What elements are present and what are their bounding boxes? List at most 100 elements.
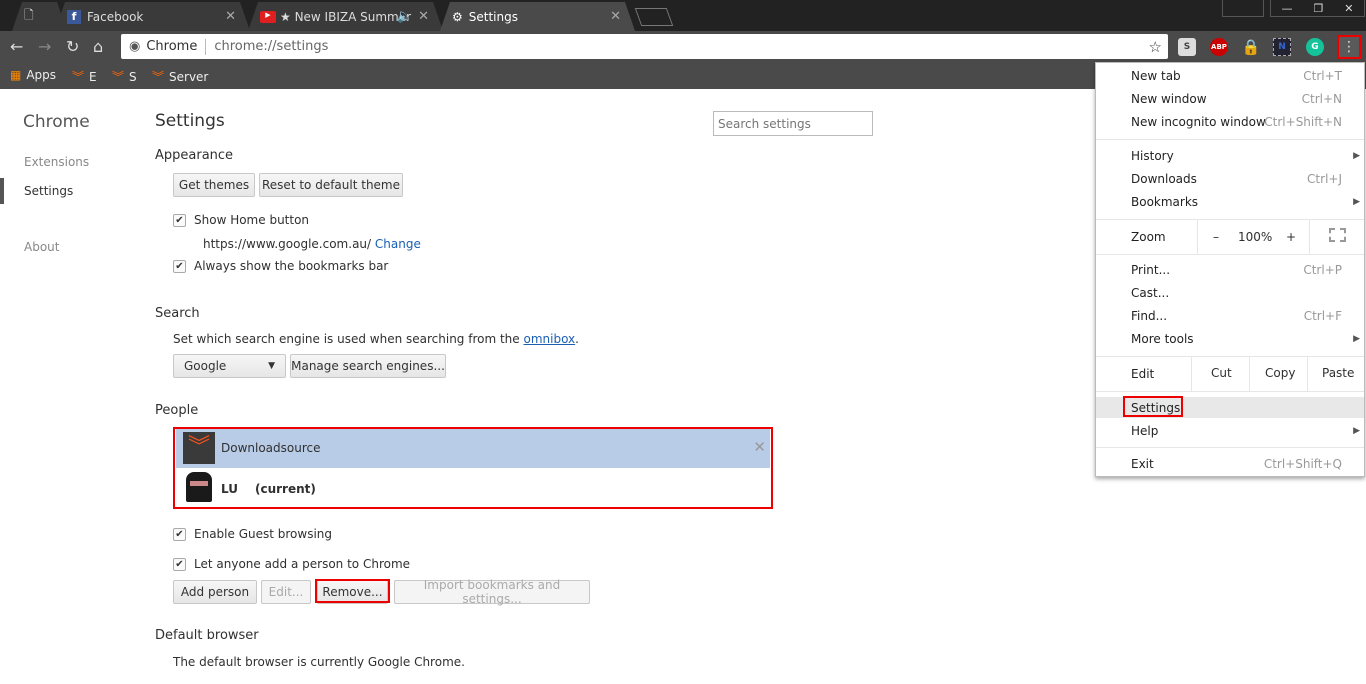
appearance-heading: Appearance [155,148,234,163]
edit-person-button[interactable]: Edit... [261,580,311,604]
menu-new-tab[interactable]: New tab [1131,69,1181,83]
sidebar-title: Chrome [23,112,90,132]
menu-new-window[interactable]: New window [1131,92,1207,106]
home-icon[interactable]: ⌂ [93,37,103,56]
submenu-arrow-icon: ▶ [1353,426,1360,436]
shortcut: Ctrl+P [1303,263,1342,277]
search-engine-select[interactable]: Google ▼ [173,354,286,378]
close-tab-icon[interactable]: ✕ [225,9,236,24]
close-tab-icon[interactable]: ✕ [418,9,429,24]
extension-n-icon[interactable]: N [1273,38,1291,56]
page-icon: 🗋 [24,8,34,22]
zoom-out-button[interactable]: – [1213,230,1219,244]
default-browser-description: The default browser is currently Google … [173,655,465,669]
tab-strip: 🗋 f Facebook ✕ ▶ ★ New IBIZA Summer 🔈 ✕ ⚙ Sett… [0,0,1366,31]
menu-bookmarks[interactable]: Bookmarks [1131,195,1198,209]
fullscreen-icon[interactable] [1329,228,1346,242]
menu-new-incognito[interactable]: New incognito window [1131,115,1266,129]
tab-settings[interactable]: ⚙ Settings ✕ [440,2,635,31]
shortcut: Ctrl+N [1301,92,1342,106]
get-themes-button[interactable]: Get themes [173,173,255,197]
highlight-box [173,427,773,509]
anyone-add-checkbox[interactable]: ✔ Let anyone add a person to Chrome [173,557,410,571]
sidebar-item-about[interactable]: About [24,240,59,254]
shortcut: Ctrl+Shift+Q [1263,457,1342,471]
chrome-menu: New tab Ctrl+T New window Ctrl+N New incog… [1095,62,1365,477]
adblock-icon[interactable]: ABP [1210,38,1228,56]
submenu-arrow-icon: ▶ [1353,197,1360,207]
search-description: Set which search engine is used when sea… [173,332,520,346]
shortcut: Ctrl+Shift+N [1264,115,1342,129]
cut-button[interactable]: Cut [1211,366,1232,380]
bookmark-e[interactable]: ︾ E [72,68,97,85]
menu-more-tools[interactable]: More tools [1131,332,1194,346]
highlight-box [1123,396,1183,417]
bookmark-server[interactable]: ︾ Server [152,68,208,85]
address-bar[interactable]: ◉ Chrome chrome://settings ☆ [121,34,1168,59]
menu-cast[interactable]: Cast... [1131,286,1169,300]
shortcut: Ctrl+J [1307,172,1342,186]
sidebar-active-indicator [0,178,4,204]
checkbox-checked-icon: ✔ [173,259,186,273]
paste-button[interactable]: Paste [1322,366,1354,380]
youtube-icon: ▶ [260,11,276,23]
tab-youtube[interactable]: ▶ ★ New IBIZA Summer 🔈 ✕ [248,2,443,31]
downloadsource-icon: ︾ [72,70,85,84]
bookmark-star-icon[interactable]: ☆ [1149,38,1162,56]
checkbox-checked-icon: ✔ [173,557,186,571]
downloadsource-icon: ︾ [112,70,125,84]
omnibox-link[interactable]: omnibox [524,332,576,346]
submenu-arrow-icon: ▶ [1353,334,1360,344]
new-tab-button[interactable] [634,8,674,26]
apps-grid-icon: ▦ [10,68,22,82]
manage-search-engines-button[interactable]: Manage search engines... [290,354,446,378]
guest-browsing-checkbox[interactable]: ✔ Enable Guest browsing [173,527,332,541]
bookmark-s[interactable]: ︾ S [112,68,137,85]
menu-history[interactable]: History [1131,149,1174,163]
profile-button[interactable] [1222,0,1264,17]
import-bookmarks-button[interactable]: Import bookmarks and settings... [394,578,590,606]
close-window-icon[interactable]: ✕ [1344,2,1353,15]
close-tab-icon[interactable]: ✕ [610,9,621,24]
menu-print[interactable]: Print... [1131,263,1170,277]
sidebar-item-settings[interactable]: Settings [24,184,73,198]
tab-facebook[interactable]: f Facebook ✕ [55,2,250,31]
menu-find[interactable]: Find... [1131,309,1167,323]
home-url: https://www.google.com.au/ [203,237,372,251]
facebook-icon: f [67,10,81,24]
menu-downloads[interactable]: Downloads [1131,172,1197,186]
search-heading: Search [155,306,200,321]
add-person-button[interactable]: Add person [173,580,257,604]
checkbox-checked-icon: ✔ [173,213,186,227]
extension-s-icon[interactable]: S [1178,38,1196,56]
restore-icon[interactable]: ❐ [1313,2,1323,15]
menu-edit-label: Edit [1131,367,1155,381]
bookmark-apps[interactable]: ▦ Apps [10,68,56,82]
page-title: Settings [155,111,225,131]
default-browser-heading: Default browser [155,628,259,643]
forward-icon[interactable]: → [38,37,51,56]
grammarly-icon[interactable]: G [1306,38,1324,56]
downloadsource-icon: ︾ [152,70,165,84]
gear-icon: ⚙ [452,9,463,24]
back-icon[interactable]: ← [10,37,23,56]
show-bookmarks-checkbox[interactable]: ✔ Always show the bookmarks bar [173,259,388,273]
lock-icon[interactable]: 🔒 [1242,38,1261,56]
zoom-in-button[interactable]: + [1286,230,1296,244]
minimize-icon[interactable]: — [1281,2,1292,15]
search-settings-input[interactable] [713,111,873,136]
copy-button[interactable]: Copy [1265,366,1295,380]
show-home-checkbox[interactable]: ✔ Show Home button [173,213,309,227]
zoom-level: 100% [1238,230,1273,244]
reload-icon[interactable]: ↻ [66,37,79,56]
menu-button[interactable]: ⋮ [1337,35,1361,59]
menu-help[interactable]: Help [1131,424,1158,438]
change-home-link[interactable]: Change [375,237,421,251]
highlight-box [315,579,390,603]
menu-exit[interactable]: Exit [1131,457,1154,471]
menu-zoom-label: Zoom [1131,230,1166,244]
sidebar-item-extensions[interactable]: Extensions [24,155,89,169]
speaker-icon: 🔈 [396,9,413,24]
submenu-arrow-icon: ▶ [1353,151,1360,161]
reset-theme-button[interactable]: Reset to default theme [259,173,403,197]
